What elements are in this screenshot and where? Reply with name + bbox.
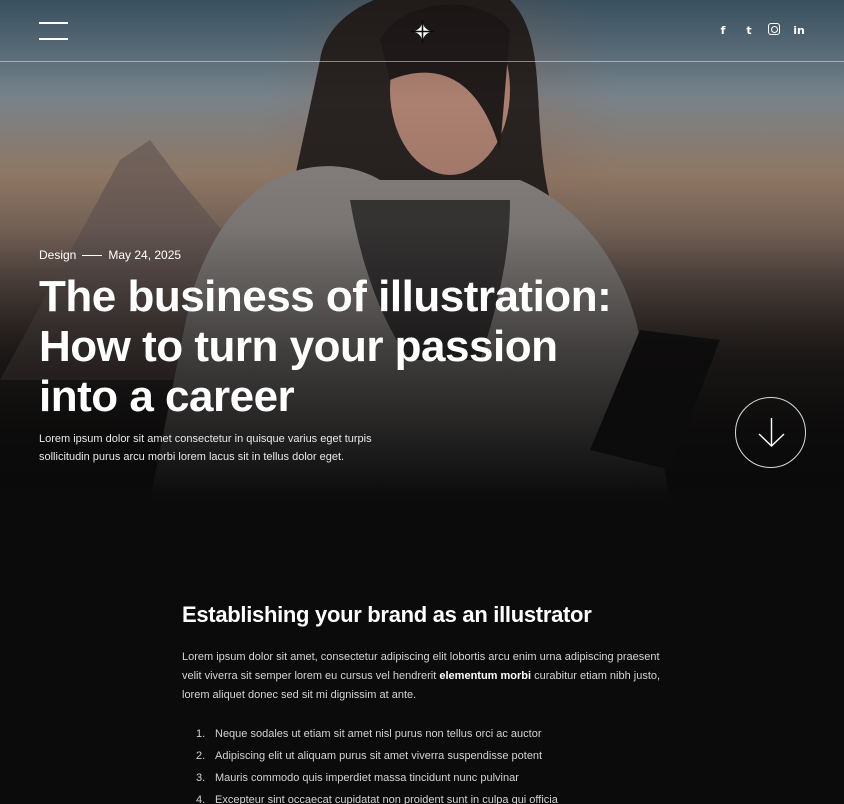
list-item: 2. Adipiscing elit ut aliquam purus sit a… [182, 745, 662, 767]
list-number: 3. [196, 772, 206, 784]
post-meta: Design May 24, 2025 [39, 248, 181, 262]
scroll-down-button[interactable] [735, 397, 806, 468]
list-text: Mauris commodo quis imperdiet massa tinc… [215, 772, 519, 784]
list-item: 1. Neque sodales ut etiam sit amet nisl p… [182, 723, 662, 745]
facebook-icon[interactable]: f [716, 23, 730, 37]
list-text: Neque sodales ut etiam sit amet nisl pur… [215, 728, 542, 740]
list-text: Adipiscing elit ut aliquam purus sit ame… [215, 750, 543, 762]
section-paragraph: Lorem ipsum dolor sit amet, consectetur … [182, 648, 662, 705]
article-section: Establishing your brand as an illustrato… [182, 600, 662, 804]
hero-lede: Lorem ipsum dolor sit amet consectetur i… [39, 433, 372, 463]
post-date: May 24, 2025 [108, 248, 182, 262]
meta-divider [82, 254, 103, 256]
twitter-icon[interactable]: t [742, 23, 756, 37]
instagram-icon[interactable] [768, 23, 780, 35]
page-title: The business of illustration: How to tur… [39, 272, 699, 422]
list-number: 2. [196, 750, 206, 762]
section-heading: Establishing your brand as an illustrato… [182, 602, 592, 627]
title-line: How to turn your passion [39, 322, 558, 371]
social-links: f t in [716, 23, 806, 37]
list-text: Excepteur sint occaecat cupidatat non pr… [215, 794, 558, 804]
list-number: 4. [196, 794, 206, 804]
category-link[interactable]: Design [39, 248, 76, 262]
linkedin-icon[interactable]: in [792, 23, 806, 37]
paragraph-bold-text: elementum morbi [439, 670, 532, 682]
top-navigation-bar: f t in [0, 0, 844, 62]
list-number: 1. [196, 728, 206, 740]
title-line: The business of illustration: [39, 272, 612, 321]
list-item: 4. Excepteur sint occaecat cupidatat non … [182, 789, 662, 804]
title-line: into a career [39, 372, 295, 421]
list-item: 3. Mauris commodo quis imperdiet massa ti… [182, 767, 662, 789]
hamburger-menu-icon[interactable] [39, 22, 68, 40]
arrow-down-icon [758, 418, 785, 447]
logo-icon[interactable] [411, 20, 434, 43]
numbered-list: 1. Neque sodales ut etiam sit amet nisl p… [182, 723, 662, 804]
